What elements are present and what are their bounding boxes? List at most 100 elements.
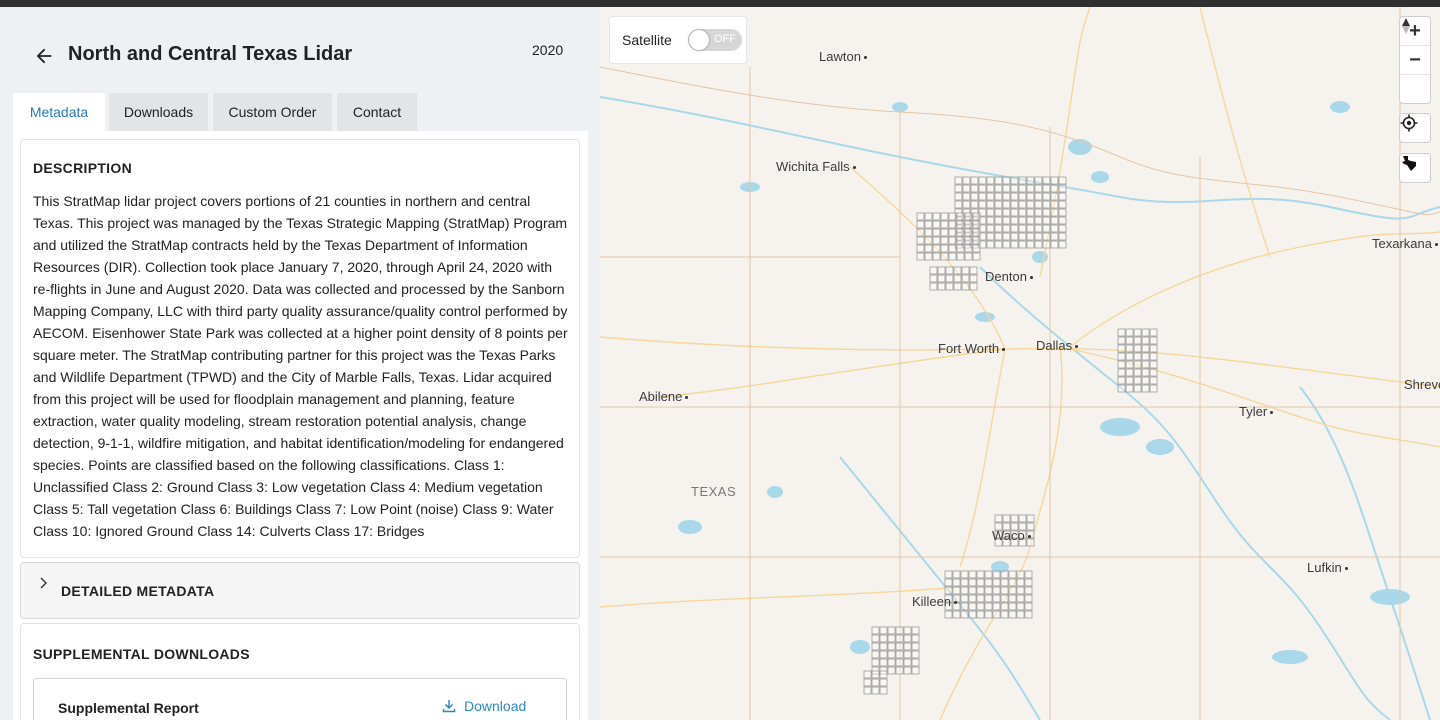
lidar-tile	[887, 626, 896, 635]
lidar-tile	[1016, 602, 1025, 611]
lidar-tile	[895, 666, 904, 675]
detailed-metadata-accordion[interactable]: DETAILED METADATA	[20, 562, 580, 619]
lidar-tile	[956, 252, 965, 261]
lidar-tile	[1050, 192, 1059, 201]
tab-custom-order[interactable]: Custom Order	[213, 93, 332, 131]
lidar-tile	[1117, 384, 1126, 393]
lidar-tile	[871, 678, 880, 687]
lidar-tile	[994, 216, 1003, 225]
lidar-tile	[1002, 200, 1011, 209]
lidar-coverage-tiles	[863, 176, 1158, 695]
lidar-tile	[903, 658, 912, 667]
lidar-tile	[968, 610, 977, 619]
lidar-tile	[1018, 224, 1027, 233]
lidar-tile	[887, 642, 896, 651]
zoom-controls: + −	[1399, 16, 1431, 104]
lidar-tile	[1133, 344, 1142, 353]
lidar-tile	[1016, 578, 1025, 587]
lidar-tile	[1042, 200, 1051, 209]
lidar-tile	[911, 626, 920, 635]
lidar-tile	[1000, 586, 1009, 595]
lidar-tile	[863, 686, 872, 695]
lidar-tile	[953, 274, 962, 283]
satellite-toggle[interactable]: OFF	[688, 29, 742, 51]
lidar-tile	[1058, 192, 1067, 201]
lidar-tile	[911, 666, 920, 675]
top-bar	[0, 0, 1440, 7]
lidar-tile	[1034, 240, 1043, 249]
back-arrow-icon[interactable]	[33, 45, 55, 67]
lidar-tile	[1010, 200, 1019, 209]
tab-metadata[interactable]: Metadata	[13, 93, 105, 131]
map-view[interactable]: Lawton Wichita Falls Denton Fort Worth D…	[600, 7, 1440, 720]
lidar-tile	[956, 220, 965, 229]
lidar-tile	[1034, 216, 1043, 225]
lidar-tile	[992, 570, 1001, 579]
tab-downloads[interactable]: Downloads	[109, 93, 208, 131]
lidar-tile	[940, 236, 949, 245]
lidar-tile	[871, 626, 880, 635]
texas-extent-button[interactable]	[1400, 154, 1430, 182]
lidar-tile	[1010, 514, 1019, 523]
lidar-tile	[945, 282, 954, 291]
lidar-tile	[911, 650, 920, 659]
lidar-tile	[932, 236, 941, 245]
lidar-tile	[895, 658, 904, 667]
lidar-tile	[871, 670, 880, 679]
lidar-tile	[1141, 352, 1150, 361]
lidar-tile	[1058, 240, 1067, 249]
locate-button[interactable]	[1400, 114, 1430, 142]
lidar-tile	[964, 244, 973, 253]
lidar-tile	[956, 244, 965, 253]
lidar-tile	[1042, 216, 1051, 225]
lidar-tile	[1018, 216, 1027, 225]
lidar-tile	[1125, 368, 1134, 377]
tab-contact[interactable]: Contact	[337, 93, 417, 131]
state-label: TEXAS	[691, 484, 737, 499]
lidar-tile	[961, 274, 970, 283]
lidar-tile	[960, 610, 969, 619]
lidar-tile	[962, 184, 971, 193]
lidar-tile	[976, 594, 985, 603]
city-label: Lawton	[819, 49, 867, 64]
lidar-tile	[1050, 176, 1059, 185]
lidar-tile	[924, 220, 933, 229]
lidar-tile	[1149, 384, 1158, 393]
lidar-tile	[992, 586, 1001, 595]
lidar-tile	[944, 610, 953, 619]
lidar-tile	[978, 192, 987, 201]
lidar-tile	[1008, 578, 1017, 587]
lidar-tile	[960, 602, 969, 611]
supplemental-report-row: Supplemental Report Download	[33, 678, 567, 720]
lidar-tile	[1149, 328, 1158, 337]
lidar-tile	[940, 228, 949, 237]
lidar-tile	[956, 228, 965, 237]
lidar-tile	[1010, 216, 1019, 225]
lidar-tile	[1026, 184, 1035, 193]
lidar-tile	[937, 274, 946, 283]
lidar-tile	[1141, 376, 1150, 385]
lidar-tile	[944, 570, 953, 579]
lidar-tile	[911, 642, 920, 651]
lidar-tile	[970, 192, 979, 201]
zoom-out-button[interactable]: −	[1400, 46, 1430, 75]
lidar-tile	[952, 570, 961, 579]
lidar-tile	[984, 602, 993, 611]
lidar-tile	[1141, 344, 1150, 353]
compass-button[interactable]	[1400, 18, 1430, 103]
lidar-tile	[924, 212, 933, 221]
lidar-tile	[1002, 240, 1011, 249]
download-button[interactable]: Download	[442, 698, 526, 714]
lidar-tile	[903, 666, 912, 675]
lidar-tile	[937, 266, 946, 275]
lidar-tile	[916, 252, 925, 261]
lidar-tile	[954, 200, 963, 209]
lidar-tile	[1026, 216, 1035, 225]
lidar-tile	[964, 212, 973, 221]
lidar-tile	[1002, 176, 1011, 185]
lidar-tile	[1133, 352, 1142, 361]
lidar-tile	[903, 634, 912, 643]
lidar-tile	[879, 678, 888, 687]
lidar-tile	[929, 274, 938, 283]
basemap-graphics	[600, 7, 1440, 720]
